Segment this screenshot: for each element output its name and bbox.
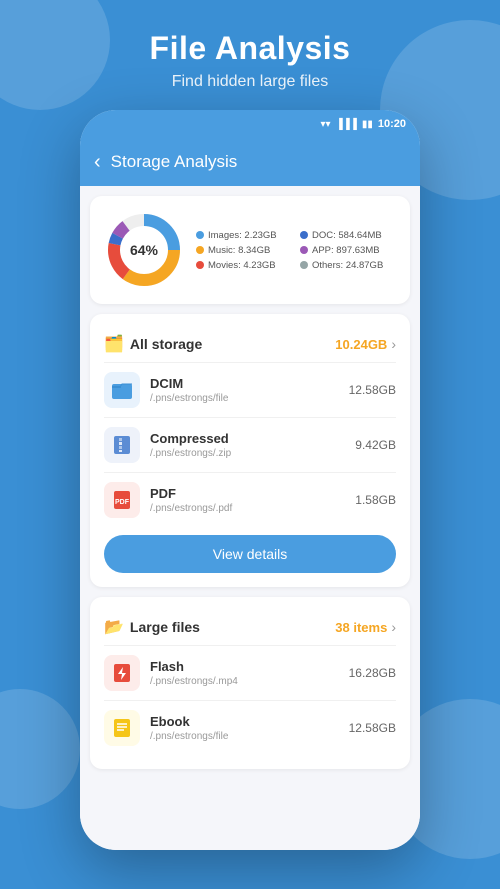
legend-dot-movies	[196, 261, 204, 269]
list-item[interactable]: Ebook /.pns/estrongs/file 12.58GB	[104, 700, 396, 755]
status-time: 10:20	[378, 118, 406, 130]
legend-label-others: Others: 24.87GB	[312, 260, 383, 271]
bg-bubble-3	[0, 689, 80, 809]
legend-dot-music	[196, 246, 204, 254]
header: File Analysis Find hidden large files	[0, 0, 500, 91]
top-bar-title: Storage Analysis	[111, 152, 238, 172]
legend-dot-images	[196, 231, 204, 239]
legend-movies: Movies: 4.23GB	[196, 260, 292, 271]
page-subtitle: Find hidden large files	[0, 73, 500, 91]
large-files-value: 38 items	[335, 620, 387, 635]
large-files-icon: 📂	[104, 617, 124, 637]
file-name-compressed: Compressed	[150, 431, 345, 446]
all-storage-header: 🗂️ All storage 10.24GB ›	[104, 328, 396, 362]
donut-percent: 64%	[130, 242, 158, 258]
legend-others: Others: 24.87GB	[300, 260, 396, 271]
file-size-compressed: 9.42GB	[355, 438, 396, 452]
file-size-pdf: 1.58GB	[355, 493, 396, 507]
chart-legend: Images: 2.23GB DOC: 584.64MB Music: 8.34…	[196, 230, 396, 271]
all-storage-value-wrap[interactable]: 10.24GB ›	[335, 336, 396, 352]
legend-dot-doc	[300, 231, 308, 239]
large-files-title: Large files	[130, 619, 200, 635]
file-icon-pdf: PDF	[104, 482, 140, 518]
file-path-compressed: /.pns/estrongs/.zip	[150, 448, 345, 459]
donut-chart: 64%	[104, 210, 184, 290]
large-files-card: 📂 Large files 38 items › Flash	[90, 597, 410, 769]
legend-music: Music: 8.34GB	[196, 245, 292, 256]
legend-label-app: APP: 897.63MB	[312, 245, 380, 256]
list-item[interactable]: Compressed /.pns/estrongs/.zip 9.42GB	[104, 417, 396, 472]
battery-icon: ▮▮	[362, 119, 373, 130]
all-storage-arrow: ›	[391, 336, 396, 352]
back-button[interactable]: ‹	[94, 151, 101, 174]
file-info-dcim: DCIM /.pns/estrongs/file	[150, 376, 339, 404]
file-icon-ebook	[104, 710, 140, 746]
all-storage-card: 🗂️ All storage 10.24GB ›	[90, 314, 410, 587]
large-files-value-wrap[interactable]: 38 items ›	[335, 619, 396, 635]
file-name-pdf: PDF	[150, 486, 345, 501]
file-icon-compressed	[104, 427, 140, 463]
file-size-ebook: 12.58GB	[349, 721, 396, 735]
signal-icon: ▐▐▐	[336, 119, 357, 130]
page-title: File Analysis	[0, 30, 500, 67]
file-size-flash: 16.28GB	[349, 666, 396, 680]
status-bar: ▾▾ ▐▐▐ ▮▮ 10:20	[80, 110, 420, 138]
chart-section: 64% Images: 2.23GB DOC: 584.64MB Music: …	[104, 210, 396, 290]
legend-label-movies: Movies: 4.23GB	[208, 260, 276, 271]
legend-doc: DOC: 584.64MB	[300, 230, 396, 241]
all-storage-title-wrap: 🗂️ All storage	[104, 334, 202, 354]
large-files-arrow: ›	[391, 619, 396, 635]
file-path-dcim: /.pns/estrongs/file	[150, 393, 339, 404]
list-item[interactable]: PDF PDF /.pns/estrongs/.pdf 1.58GB	[104, 472, 396, 527]
content-area: 64% Images: 2.23GB DOC: 584.64MB Music: …	[80, 186, 420, 850]
large-files-title-wrap: 📂 Large files	[104, 617, 200, 637]
all-storage-value: 10.24GB	[335, 337, 387, 352]
file-size-dcim: 12.58GB	[349, 383, 396, 397]
storage-chart-card: 64% Images: 2.23GB DOC: 584.64MB Music: …	[90, 196, 410, 304]
legend-dot-others	[300, 261, 308, 269]
legend-app: APP: 897.63MB	[300, 245, 396, 256]
legend-images: Images: 2.23GB	[196, 230, 292, 241]
large-files-header: 📂 Large files 38 items ›	[104, 611, 396, 645]
legend-label-music: Music: 8.34GB	[208, 245, 270, 256]
top-bar: ‹ Storage Analysis	[80, 138, 420, 186]
file-path-pdf: /.pns/estrongs/.pdf	[150, 503, 345, 514]
file-path-ebook: /.pns/estrongs/file	[150, 731, 339, 742]
file-name-ebook: Ebook	[150, 714, 339, 729]
wifi-icon: ▾▾	[321, 119, 331, 130]
phone-mockup: ▾▾ ▐▐▐ ▮▮ 10:20 ‹ Storage Analysis	[80, 110, 420, 850]
all-storage-title: All storage	[130, 336, 202, 352]
all-storage-icon: 🗂️	[104, 334, 124, 354]
file-path-flash: /.pns/estrongs/.mp4	[150, 676, 339, 687]
file-info-ebook: Ebook /.pns/estrongs/file	[150, 714, 339, 742]
legend-dot-app	[300, 246, 308, 254]
file-icon-dcim	[104, 372, 140, 408]
view-details-button[interactable]: View details	[104, 535, 396, 573]
legend-label-images: Images: 2.23GB	[208, 230, 277, 241]
list-item[interactable]: Flash /.pns/estrongs/.mp4 16.28GB	[104, 645, 396, 700]
file-icon-flash	[104, 655, 140, 691]
file-info-flash: Flash /.pns/estrongs/.mp4	[150, 659, 339, 687]
legend-label-doc: DOC: 584.64MB	[312, 230, 382, 241]
file-info-pdf: PDF /.pns/estrongs/.pdf	[150, 486, 345, 514]
file-name-flash: Flash	[150, 659, 339, 674]
svg-text:PDF: PDF	[115, 499, 130, 506]
file-name-dcim: DCIM	[150, 376, 339, 391]
file-info-compressed: Compressed /.pns/estrongs/.zip	[150, 431, 345, 459]
list-item[interactable]: DCIM /.pns/estrongs/file 12.58GB	[104, 362, 396, 417]
